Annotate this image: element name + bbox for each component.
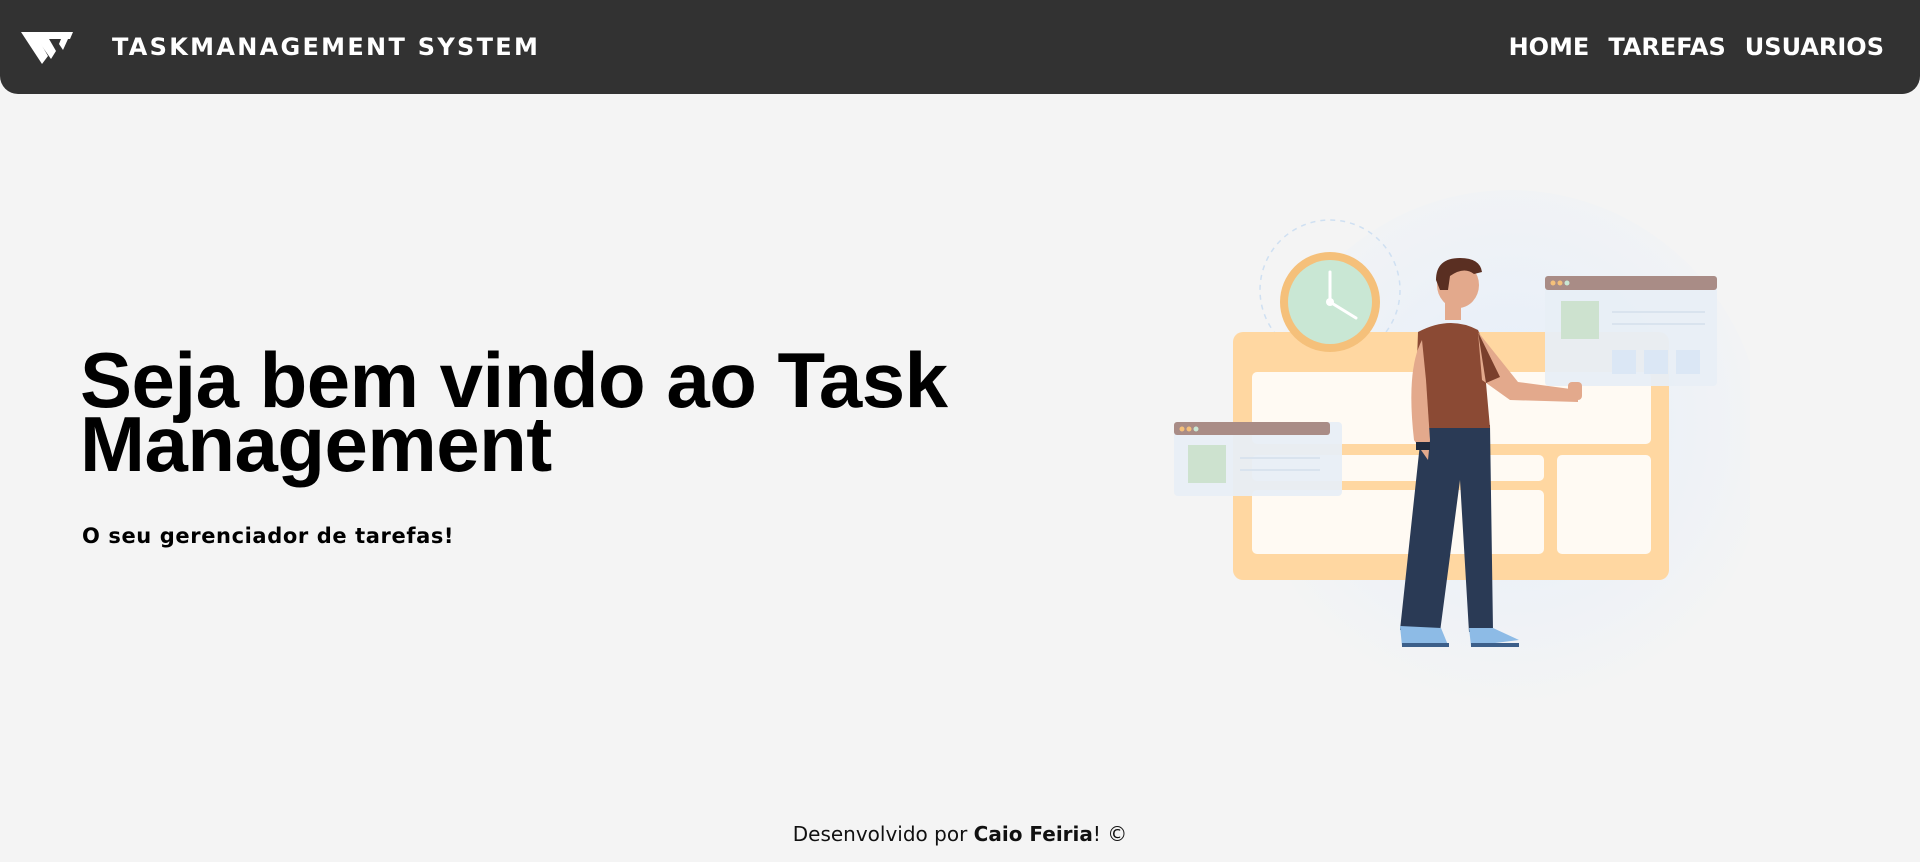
footer-prefix: Desenvolvido por (792, 822, 974, 846)
footer: Desenvolvido por Caio Feiria! © (0, 818, 1920, 850)
footer-suffix: ! © (1092, 822, 1128, 846)
browser-window-card-left (1174, 422, 1342, 496)
nav-home-link[interactable]: HOME (1509, 30, 1590, 64)
footer-author: Caio Feiria (973, 822, 1093, 846)
tm-logo-icon[interactable] (21, 30, 75, 66)
hero-title: Seja bem vindo ao Task Management (80, 336, 948, 488)
brand-title[interactable]: TASKMANAGEMENT SYSTEM (112, 30, 540, 64)
browser-window-card-right (1545, 276, 1717, 386)
hero-subtitle: O seu gerenciador de tarefas! (82, 524, 455, 548)
main-nav: HOME TAREFAS USUARIOS (1509, 30, 1884, 64)
nav-usuarios-link[interactable]: USUARIOS (1745, 30, 1884, 64)
person-task-board-illustration (1174, 190, 1750, 700)
navbar: TASKMANAGEMENT SYSTEM HOME TAREFAS USUAR… (0, 0, 1920, 94)
nav-tarefas-link[interactable]: TAREFAS (1608, 30, 1725, 64)
clock-icon (1280, 252, 1380, 352)
